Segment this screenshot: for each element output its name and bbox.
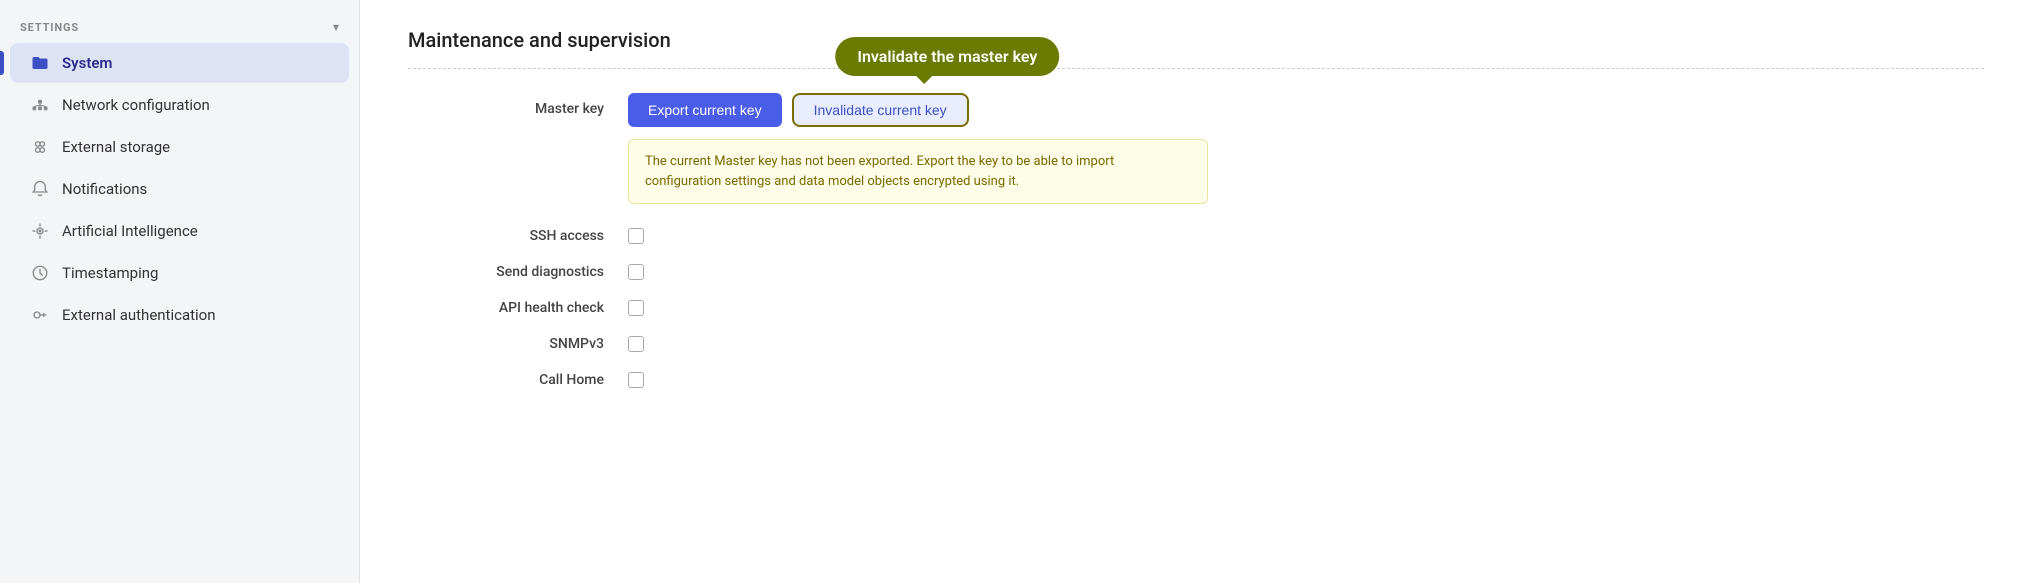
folder-icon: [30, 53, 50, 73]
sidebar-item-timestamping[interactable]: Timestamping: [10, 253, 349, 293]
send-diagnostics-checkbox[interactable]: [628, 264, 644, 280]
sidebar-item-label: Notifications: [62, 180, 147, 198]
network-icon: [30, 95, 50, 115]
page-title: Maintenance and supervision: [408, 28, 1984, 69]
master-key-controls: Export current key Invalidate the master…: [628, 93, 1208, 204]
export-current-key-button[interactable]: Export current key: [628, 93, 782, 127]
api-health-check-label: API health check: [408, 300, 628, 316]
sidebar-section-label: SETTINGS: [20, 21, 79, 34]
ssh-access-checkbox[interactable]: [628, 228, 644, 244]
sidebar-item-external-auth[interactable]: External authentication: [10, 295, 349, 335]
sidebar-item-notifications[interactable]: Notifications: [10, 169, 349, 209]
invalidate-balloon-container: Invalidate the master key Invalidate cur…: [792, 93, 969, 127]
send-diagnostics-label: Send diagnostics: [408, 264, 628, 280]
sidebar-item-label: External storage: [62, 138, 170, 156]
ssh-access-label: SSH access: [408, 228, 628, 244]
master-key-buttons: Export current key Invalidate the master…: [628, 93, 1208, 127]
snmpv3-label: SNMPv3: [408, 336, 628, 352]
snmpv3-checkbox[interactable]: [628, 336, 644, 352]
sidebar-item-label: System: [62, 54, 112, 72]
main-content: Maintenance and supervision Master key E…: [360, 0, 2032, 583]
sidebar-item-label: External authentication: [62, 306, 216, 324]
key-icon: [30, 305, 50, 325]
master-key-warning: The current Master key has not been expo…: [628, 139, 1208, 204]
sidebar-item-external-storage[interactable]: External storage: [10, 127, 349, 167]
bell-icon: [30, 179, 50, 199]
sidebar-item-network-config[interactable]: Network configuration: [10, 85, 349, 125]
call-home-label: Call Home: [408, 372, 628, 388]
sidebar-item-ai[interactable]: Artificial Intelligence: [10, 211, 349, 251]
invalidate-master-key-tooltip: Invalidate the master key: [835, 37, 1059, 76]
snmpv3-row: SNMPv3: [408, 336, 1984, 352]
sidebar-item-label: Timestamping: [62, 264, 158, 282]
send-diagnostics-row: Send diagnostics: [408, 264, 1984, 280]
api-health-check-row: API health check: [408, 300, 1984, 316]
call-home-checkbox[interactable]: [628, 372, 644, 388]
master-key-row: Master key Export current key Invalidate…: [408, 93, 1984, 204]
chevron-down-icon[interactable]: ▾: [333, 20, 339, 34]
master-key-label: Master key: [408, 93, 628, 117]
sidebar-item-label: Artificial Intelligence: [62, 222, 198, 240]
call-home-row: Call Home: [408, 372, 1984, 388]
api-health-check-checkbox[interactable]: [628, 300, 644, 316]
sidebar-header: SETTINGS ▾: [0, 8, 359, 42]
sidebar: SETTINGS ▾ System Network configuration: [0, 0, 360, 583]
timestamp-icon: [30, 263, 50, 283]
sidebar-item-label: Network configuration: [62, 96, 210, 114]
sidebar-item-system[interactable]: System: [10, 43, 349, 83]
ai-icon: [30, 221, 50, 241]
ssh-access-row: SSH access: [408, 228, 1984, 244]
storage-icon: [30, 137, 50, 157]
invalidate-current-key-button[interactable]: Invalidate current key: [792, 93, 969, 127]
